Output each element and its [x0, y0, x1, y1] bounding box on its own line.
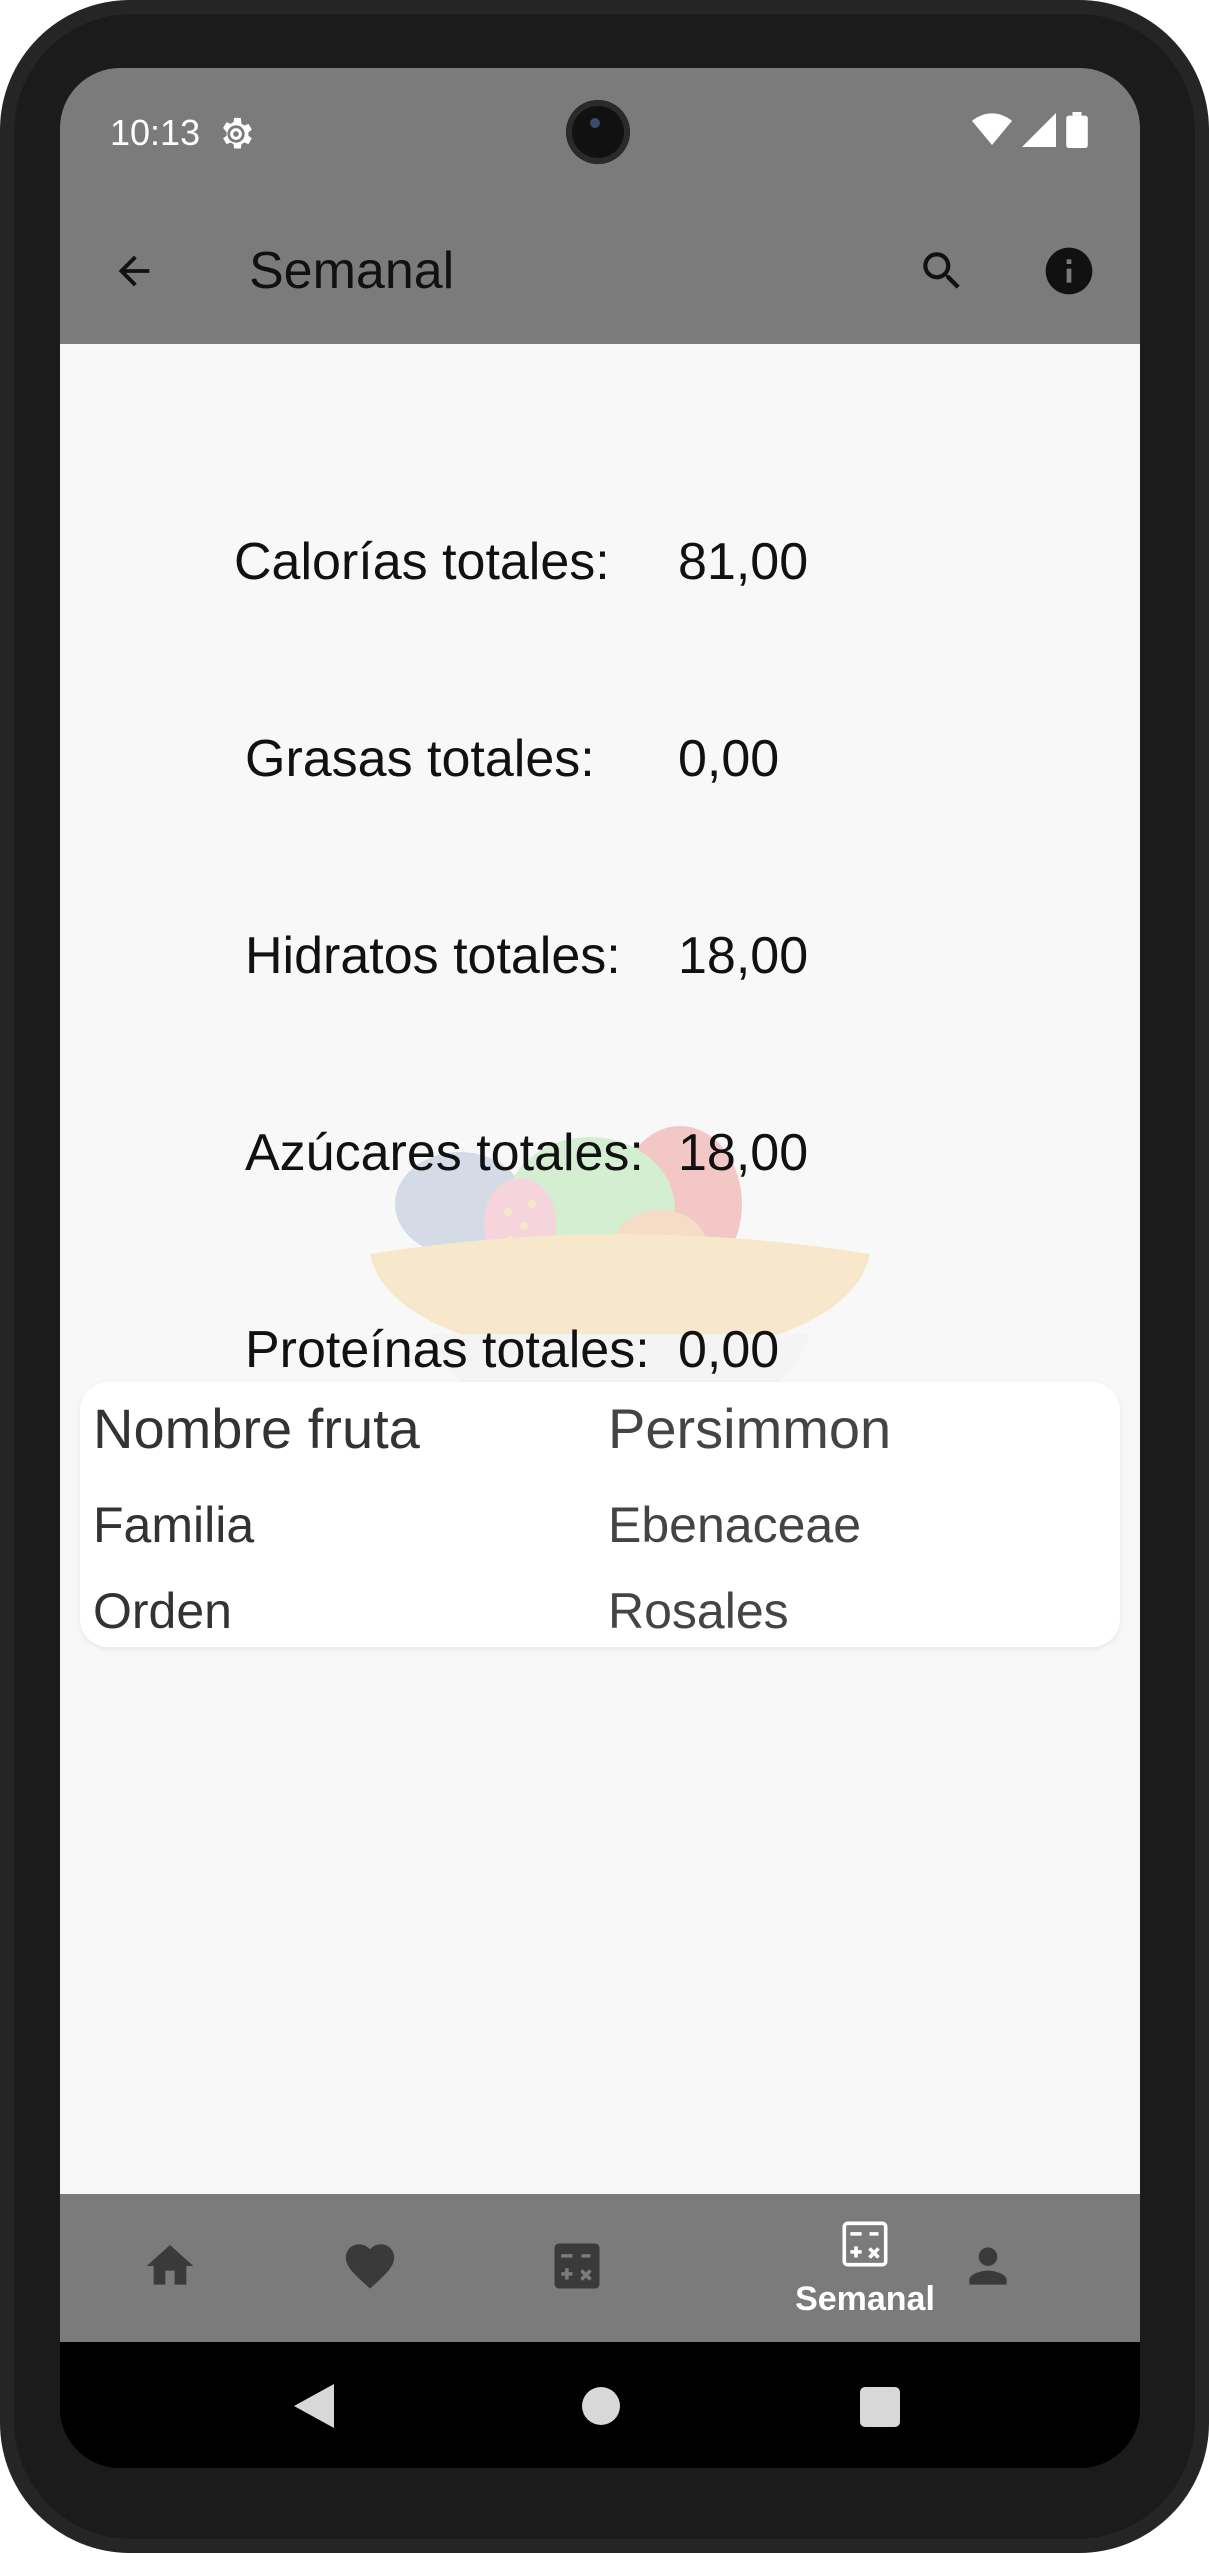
volume-button: [1200, 935, 1209, 1255]
nav-profile[interactable]: [938, 2194, 1038, 2342]
stat-label-carbs: Hidratos totales:: [245, 927, 621, 985]
heart-icon: [341, 2237, 399, 2300]
fruit-order-value: Rosales: [608, 1583, 789, 1639]
nav-calculator[interactable]: [527, 2194, 627, 2342]
stat-label-fats: Grasas totales:: [245, 730, 595, 788]
app-toolbar: Semanal: [60, 197, 1140, 344]
phone-frame: 10:13 Semanal Calorías totales: 81,00 Gr…: [0, 0, 1209, 2553]
back-arrow-icon[interactable]: [100, 237, 168, 305]
stat-value-calories: 81,00: [678, 533, 809, 591]
status-icons: [972, 112, 1088, 153]
fruit-family-label: Familia: [93, 1497, 255, 1553]
weekly-summary-content: Calorías totales: 81,00 Grasas totales: …: [60, 344, 1140, 2194]
person-icon: [960, 2238, 1016, 2299]
weekly-calculator-icon: [838, 2217, 892, 2276]
stat-label-sugars: Azúcares totales:: [245, 1124, 644, 1182]
stat-label-proteins: Proteínas totales:: [245, 1321, 650, 1379]
nav-home[interactable]: [120, 2194, 220, 2342]
power-button: [1200, 645, 1209, 760]
home-icon: [142, 2238, 198, 2299]
system-recents-icon[interactable]: [860, 2387, 900, 2427]
status-time: 10:13: [110, 112, 201, 153]
nav-weekly-label: Semanal: [795, 2280, 935, 2318]
front-camera: [566, 100, 630, 164]
status-bar: 10:13: [60, 68, 1140, 197]
system-navigation-bar: [60, 2342, 1140, 2468]
info-icon[interactable]: [1035, 237, 1103, 305]
stat-value-proteins: 0,00: [678, 1321, 780, 1379]
stat-value-carbs: 18,00: [678, 927, 809, 985]
system-home-icon[interactable]: [582, 2387, 620, 2425]
bottom-navigation: Semanal: [60, 2194, 1140, 2342]
search-icon[interactable]: [908, 237, 976, 305]
fruit-name-label: Nombre fruta: [93, 1397, 420, 1460]
fruit-order-label: Orden: [93, 1583, 232, 1639]
stat-value-fats: 0,00: [678, 730, 780, 788]
stat-value-sugars: 18,00: [678, 1124, 809, 1182]
wifi-icon: [972, 113, 1012, 152]
fruit-family-value: Ebenaceae: [608, 1497, 862, 1553]
fruit-name-value: Persimmon: [608, 1397, 892, 1460]
device-screen: 10:13 Semanal Calorías totales: 81,00 Gr…: [60, 68, 1140, 2468]
stat-label-calories: Calorías totales:: [234, 533, 610, 591]
system-back-icon[interactable]: [294, 2384, 334, 2433]
settings-gear-icon: [216, 114, 256, 159]
battery-icon: [1066, 112, 1088, 153]
calculator-icon: [550, 2239, 604, 2298]
nav-favorites[interactable]: [320, 2194, 420, 2342]
signal-icon: [1022, 113, 1056, 152]
fruit-info-card[interactable]: Nombre fruta Persimmon Familia Ebenaceae…: [80, 1382, 1120, 1647]
page-title: Semanal: [249, 242, 455, 300]
